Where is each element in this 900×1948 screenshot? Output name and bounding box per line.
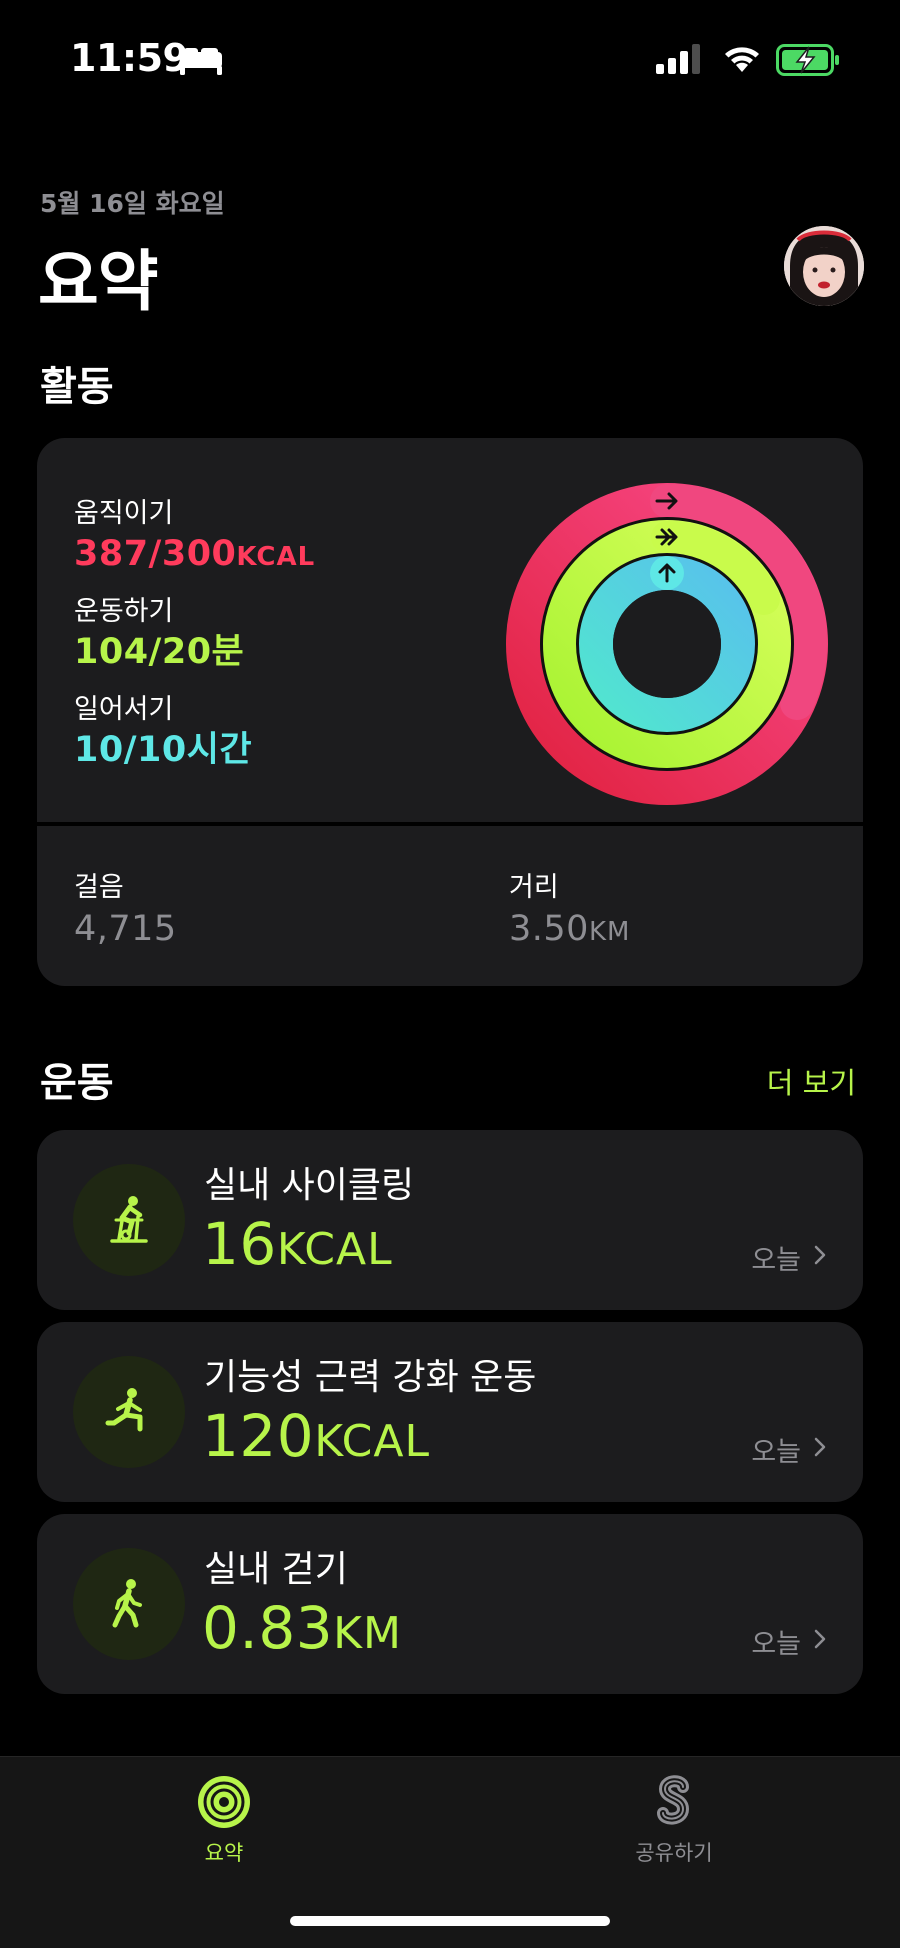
wifi-icon: [725, 47, 759, 72]
walking-icon: [112, 1579, 142, 1628]
workout-name: 기능성 근력 강화 운동: [204, 1357, 537, 1398]
avatar[interactable]: [784, 226, 864, 306]
move-metric: 움직이기 387/300KCAL: [74, 496, 315, 579]
page-title: 요약: [38, 243, 158, 320]
profile-photo: [784, 226, 864, 306]
stand-metric: 일어서기 10/10시간: [74, 692, 252, 772]
workout-card-indoor-cycle[interactable]: 실내 사이클링 16KCAL 오늘: [37, 1130, 863, 1310]
distance-stat: 거리 3.50KM: [509, 870, 630, 955]
workout-value: 0.83KM: [202, 1594, 402, 1662]
activity-rings[interactable]: [505, 482, 829, 806]
exercise-value: 104/20분: [74, 632, 245, 672]
chevron-right-icon: [814, 1629, 826, 1649]
workout-date: 오늘: [751, 1437, 801, 1468]
tab-summary[interactable]: 요약: [124, 1773, 324, 1867]
workouts-section-title: 운동: [40, 1060, 114, 1106]
steps-stat: 걸음 4,715: [74, 870, 177, 952]
battery-charging-icon: [776, 44, 839, 76]
workout-value: 120KCAL: [202, 1402, 431, 1470]
tab-sharing[interactable]: 공유하기: [574, 1773, 774, 1867]
workout-date: 오늘: [751, 1245, 801, 1276]
workout-value: 16KCAL: [202, 1210, 393, 1278]
move-value: 387/300KCAL: [74, 534, 316, 574]
chevron-right-icon: [814, 1245, 826, 1265]
workout-icon-badge: [73, 1164, 185, 1276]
steps-value: 4,715: [74, 909, 177, 949]
date-label: 5월 16일 화요일: [40, 189, 225, 218]
distance-value: 3.50KM: [509, 909, 631, 949]
workout-name: 실내 걷기: [204, 1549, 348, 1590]
distance-label: 거리: [509, 872, 559, 903]
bed-icon: [180, 48, 222, 75]
activity-section-title: 활동: [40, 364, 114, 410]
workout-card-indoor-walk[interactable]: 실내 걷기 0.83KM 오늘: [37, 1514, 863, 1694]
home-indicator[interactable]: [290, 1916, 610, 1926]
workout-name: 실내 사이클링: [204, 1165, 415, 1206]
stand-label: 일어서기: [74, 694, 174, 725]
workout-card-strength-training[interactable]: 기능성 근력 강화 운동 120KCAL 오늘: [37, 1322, 863, 1502]
show-more-link[interactable]: 더 보기: [767, 1060, 856, 1102]
workout-date: 오늘: [751, 1629, 801, 1660]
exercise-metric: 운동하기 104/20분: [74, 594, 244, 674]
indoor-cycle-icon: [110, 1196, 148, 1243]
workout-icon-badge: [73, 1548, 185, 1660]
chevron-right-icon: [814, 1437, 826, 1457]
tab-sharing-label: 공유하기: [635, 1841, 713, 1865]
activity-rings-tab-icon: [198, 1776, 250, 1828]
card-divider: [37, 822, 863, 826]
status-time: 11:59: [70, 36, 189, 80]
steps-label: 걸음: [74, 872, 124, 903]
strength-training-icon: [105, 1388, 143, 1432]
move-label: 움직이기: [74, 498, 174, 529]
signal-icon: [656, 44, 700, 74]
workout-icon-badge: [73, 1356, 185, 1468]
exercise-label: 운동하기: [74, 596, 174, 627]
sharing-tab-icon: [657, 1775, 690, 1825]
status-bar: 11:59: [0, 0, 900, 120]
tab-summary-label: 요약: [204, 1841, 244, 1865]
activity-card[interactable]: 움직이기 387/300KCAL 운동하기 104/20분 일어서기 10/10…: [37, 438, 863, 986]
stand-value: 10/10시간: [74, 730, 253, 770]
